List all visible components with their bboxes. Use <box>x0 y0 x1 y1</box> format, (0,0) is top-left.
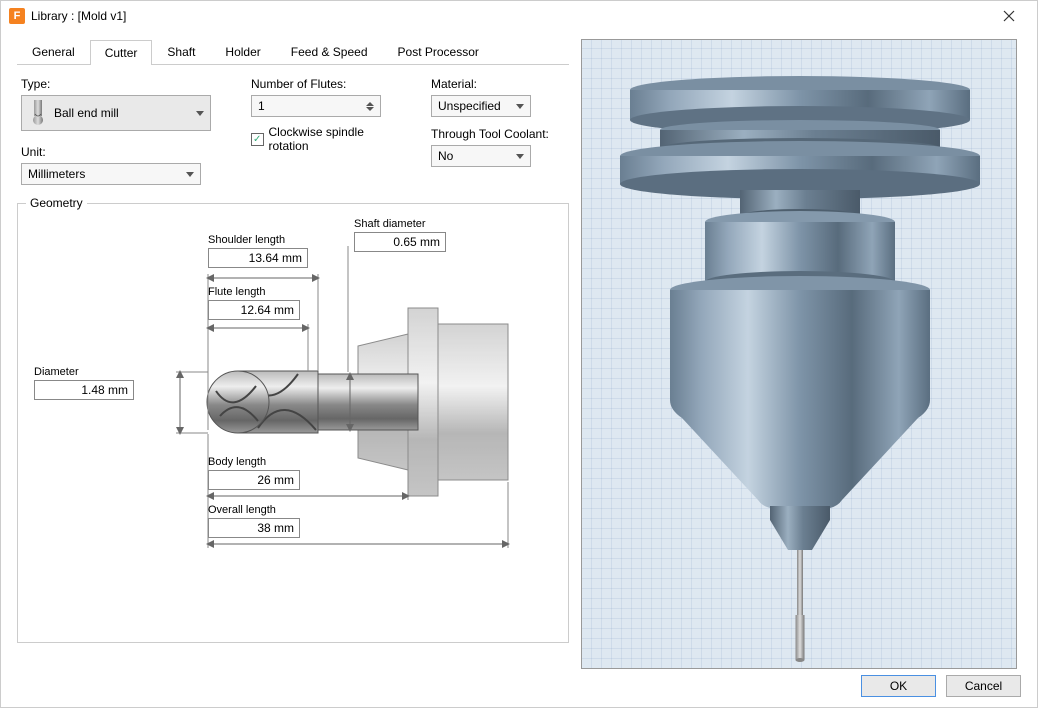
overall-length-input[interactable]: 38 mm <box>208 518 300 538</box>
tab-general[interactable]: General <box>17 39 90 64</box>
ball-end-mill-icon <box>28 100 48 126</box>
overall-length-label: Overall length <box>208 504 300 516</box>
coolant-value: No <box>438 149 453 163</box>
chevron-down-icon <box>196 111 204 116</box>
material-label: Material: <box>431 77 561 91</box>
window: F Library : [Mold v1] General Cutter Sha… <box>0 0 1038 708</box>
body-length-input[interactable]: 26 mm <box>208 470 300 490</box>
clockwise-label: Clockwise spindle rotation <box>269 125 402 153</box>
geometry-legend: Geometry <box>26 196 87 210</box>
ok-button[interactable]: OK <box>861 675 936 697</box>
type-value: Ball end mill <box>54 106 119 120</box>
window-title: Library : [Mold v1] <box>31 9 989 23</box>
material-dropdown[interactable]: Unspecified <box>431 95 531 117</box>
tool-diagram <box>28 216 548 636</box>
close-icon <box>1003 10 1015 22</box>
unit-value: Millimeters <box>28 167 85 181</box>
app-icon: F <box>9 8 25 24</box>
tab-cutter[interactable]: Cutter <box>90 40 153 65</box>
preview-3d[interactable] <box>581 39 1017 669</box>
cancel-button[interactable]: Cancel <box>946 675 1021 697</box>
tab-feed-speed[interactable]: Feed & Speed <box>276 39 383 64</box>
holder-3d-icon <box>582 40 1018 668</box>
tab-bar: General Cutter Shaft Holder Feed & Speed… <box>17 39 569 65</box>
shoulder-length-label: Shoulder length <box>208 234 308 246</box>
tab-post-processor[interactable]: Post Processor <box>383 39 494 64</box>
chevron-down-icon <box>516 104 524 109</box>
spinner-icon[interactable] <box>366 102 374 111</box>
unit-dropdown[interactable]: Millimeters <box>21 163 201 185</box>
shoulder-length-input[interactable]: 13.64 mm <box>208 248 308 268</box>
close-button[interactable] <box>989 2 1029 30</box>
shaft-diameter-label: Shaft diameter <box>354 218 446 230</box>
type-label: Type: <box>21 77 221 91</box>
tab-shaft[interactable]: Shaft <box>152 39 210 64</box>
material-value: Unspecified <box>438 99 501 113</box>
flute-length-label: Flute length <box>208 286 300 298</box>
chevron-down-icon <box>186 172 194 177</box>
diameter-input[interactable]: 1.48 mm <box>34 380 134 400</box>
checkbox-icon: ✓ <box>251 133 264 146</box>
type-dropdown[interactable]: Ball end mill <box>21 95 211 131</box>
flute-length-input[interactable]: 12.64 mm <box>208 300 300 320</box>
chevron-down-icon <box>516 154 524 159</box>
flutes-label: Number of Flutes: <box>251 77 401 91</box>
clockwise-checkbox[interactable]: ✓ Clockwise spindle rotation <box>251 125 401 153</box>
tab-holder[interactable]: Holder <box>210 39 275 64</box>
body-length-label: Body length <box>208 456 300 468</box>
flutes-input[interactable]: 1 <box>251 95 381 117</box>
coolant-label: Through Tool Coolant: <box>431 127 561 141</box>
shaft-diameter-input[interactable]: 0.65 mm <box>354 232 446 252</box>
titlebar: F Library : [Mold v1] <box>1 1 1037 31</box>
flutes-value: 1 <box>258 99 265 113</box>
unit-label: Unit: <box>21 145 221 159</box>
diameter-label: Diameter <box>34 366 134 378</box>
geometry-fieldset: Geometry <box>17 203 569 643</box>
coolant-dropdown[interactable]: No <box>431 145 531 167</box>
